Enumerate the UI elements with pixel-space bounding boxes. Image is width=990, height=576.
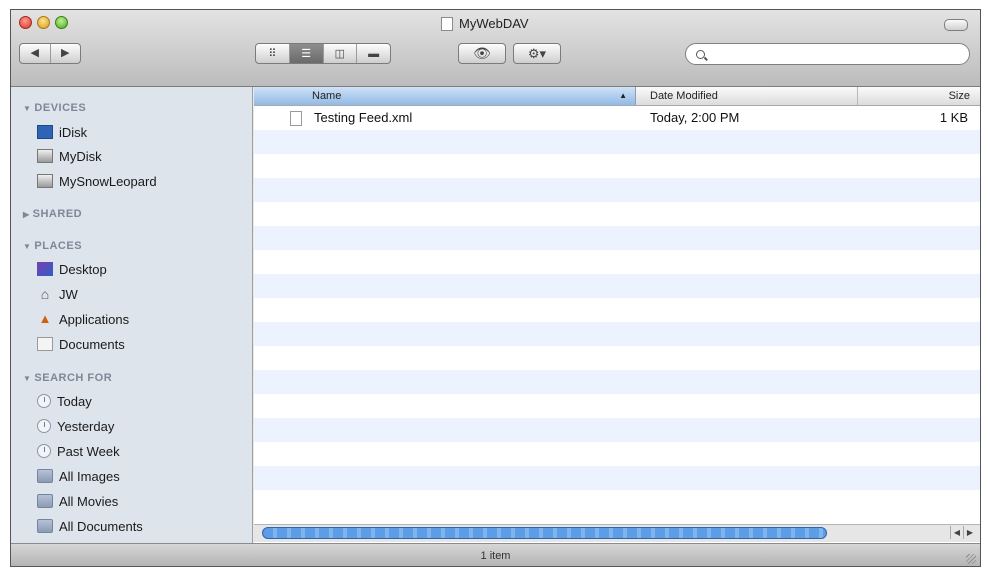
table-row[interactable]: Testing Feed.xml Today, 2:00 PM 1 KB bbox=[254, 106, 980, 130]
sidebar-item-idisk[interactable]: iDisk bbox=[37, 121, 87, 143]
column-view-button[interactable]: ◫ bbox=[324, 44, 358, 63]
documents-icon bbox=[37, 337, 53, 351]
disclosure-triangle-icon: ▼ bbox=[23, 374, 32, 383]
sidebar-item-jw[interactable]: ⌂ JW bbox=[37, 283, 78, 305]
file-list: Testing Feed.xml Today, 2:00 PM 1 KB bbox=[254, 106, 980, 506]
disk-icon bbox=[37, 174, 53, 188]
status-bar: 1 item bbox=[11, 543, 980, 566]
sidebar-item-applications[interactable]: ▲ Applications bbox=[37, 308, 130, 330]
search-icon bbox=[696, 49, 705, 59]
sidebar-item-documents[interactable]: Documents bbox=[37, 333, 125, 355]
sidebar-item-today[interactable]: Today bbox=[37, 390, 92, 412]
sidebar-item-mydisk[interactable]: MyDisk bbox=[37, 145, 102, 167]
finder-window: MyWebDAV ◀ ▶ ⠿ ☰ ◫ ▬ 👁 ⚙▾ ▼ DEVICES iDisk… bbox=[10, 9, 981, 567]
resize-grip-icon[interactable] bbox=[966, 554, 976, 564]
sidebar: ▼ DEVICES iDisk MyDisk MySnowLeopard ▶ SHA… bbox=[11, 87, 253, 543]
clock-icon bbox=[37, 394, 51, 408]
quick-look-button[interactable]: 👁 bbox=[458, 43, 506, 64]
disclosure-triangle-icon: ▼ bbox=[23, 242, 32, 251]
back-button[interactable]: ◀ bbox=[20, 44, 51, 63]
window-title: MyWebDAV bbox=[441, 16, 529, 31]
sidebar-item-past-week[interactable]: Past Week bbox=[37, 440, 120, 462]
search-field[interactable] bbox=[685, 43, 970, 65]
forward-button[interactable]: ▶ bbox=[51, 44, 81, 63]
xml-file-icon bbox=[290, 111, 302, 126]
disclosure-triangle-icon: ▶ bbox=[23, 210, 30, 219]
sidebar-section-places[interactable]: ▼ PLACES bbox=[23, 240, 82, 252]
sidebar-section-devices[interactable]: ▼ DEVICES bbox=[23, 102, 86, 114]
scrollbar-thumb[interactable] bbox=[262, 527, 827, 539]
sort-ascending-icon: ▲ bbox=[619, 91, 627, 100]
clock-icon bbox=[37, 419, 51, 433]
sidebar-item-all-documents[interactable]: All Documents bbox=[37, 515, 143, 537]
titlebar: MyWebDAV ◀ ▶ ⠿ ☰ ◫ ▬ 👁 ⚙▾ bbox=[11, 10, 980, 87]
smart-folder-icon bbox=[37, 519, 53, 533]
file-list-pane: Name ▲ Date Modified Size Testing Feed.x… bbox=[254, 87, 980, 543]
item-count: 1 item bbox=[480, 550, 511, 562]
sidebar-item-all-images[interactable]: All Images bbox=[37, 465, 120, 487]
folder-proxy-icon[interactable] bbox=[441, 16, 453, 31]
coverflow-view-button[interactable]: ▬ bbox=[357, 44, 390, 63]
file-name: Testing Feed.xml bbox=[314, 110, 413, 125]
action-menu-button[interactable]: ⚙▾ bbox=[513, 43, 561, 64]
search-input[interactable] bbox=[715, 46, 959, 62]
scroll-right-arrow-icon[interactable]: ▶ bbox=[963, 526, 976, 539]
window-title-text: MyWebDAV bbox=[459, 16, 529, 31]
column-header-date-modified[interactable]: Date Modified bbox=[636, 87, 858, 105]
sidebar-section-search-for[interactable]: ▼ SEARCH FOR bbox=[23, 372, 112, 384]
sidebar-section-shared[interactable]: ▶ SHARED bbox=[23, 208, 82, 220]
window-controls bbox=[19, 16, 68, 29]
clock-icon bbox=[37, 444, 51, 458]
disclosure-triangle-icon: ▼ bbox=[23, 104, 32, 113]
zoom-button[interactable] bbox=[55, 16, 68, 29]
gear-icon: ⚙▾ bbox=[527, 45, 547, 61]
minimize-button[interactable] bbox=[37, 16, 50, 29]
view-mode-control: ⠿ ☰ ◫ ▬ bbox=[255, 43, 391, 64]
idisk-icon bbox=[37, 125, 53, 139]
column-header-name[interactable]: Name ▲ bbox=[254, 87, 636, 105]
column-header-bar: Name ▲ Date Modified Size bbox=[254, 87, 980, 106]
icon-view-button[interactable]: ⠿ bbox=[256, 44, 290, 63]
file-size: 1 KB bbox=[939, 110, 968, 125]
disk-icon bbox=[37, 149, 53, 163]
sidebar-item-mysnowleopard[interactable]: MySnowLeopard bbox=[37, 170, 157, 192]
toolbar-toggle-button[interactable] bbox=[944, 19, 968, 31]
sidebar-item-all-movies[interactable]: All Movies bbox=[37, 490, 118, 512]
scroll-arrows: ◀ ▶ bbox=[950, 526, 976, 539]
scroll-left-arrow-icon[interactable]: ◀ bbox=[950, 526, 963, 539]
list-view-button[interactable]: ☰ bbox=[289, 44, 324, 63]
sidebar-item-desktop[interactable]: Desktop bbox=[37, 258, 107, 280]
eye-icon: 👁 bbox=[473, 45, 491, 61]
back-forward-control: ◀ ▶ bbox=[19, 43, 81, 64]
smart-folder-icon bbox=[37, 494, 53, 508]
home-icon: ⌂ bbox=[40, 286, 50, 302]
smart-folder-icon bbox=[37, 469, 53, 483]
horizontal-scrollbar[interactable]: ◀ ▶ bbox=[254, 524, 980, 542]
close-button[interactable] bbox=[19, 16, 32, 29]
file-date-modified: Today, 2:00 PM bbox=[650, 110, 740, 125]
applications-icon: ▲ bbox=[38, 311, 52, 326]
column-header-size[interactable]: Size bbox=[858, 87, 980, 105]
sidebar-item-yesterday[interactable]: Yesterday bbox=[37, 415, 114, 437]
desktop-icon bbox=[37, 262, 53, 276]
